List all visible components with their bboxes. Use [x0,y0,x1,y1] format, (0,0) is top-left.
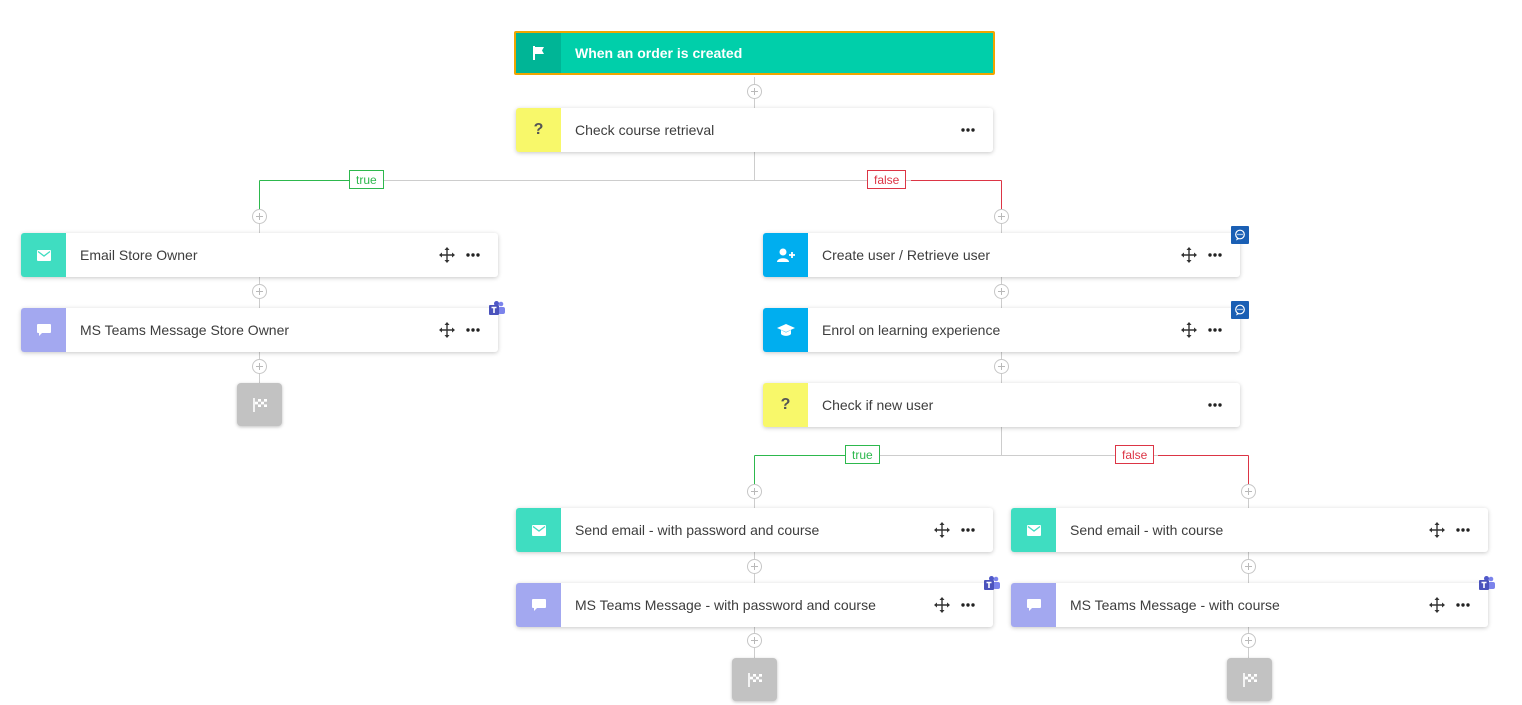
node-label: Email Store Owner [80,247,198,263]
move-icon[interactable] [934,522,950,538]
finish-flag-icon [252,397,267,412]
action-node-create-user[interactable]: Create user / Retrieve user [763,233,1240,277]
end-node [732,658,777,701]
node-label: Send email - with password and course [575,522,820,538]
move-icon[interactable] [1181,322,1197,338]
more-options-icon[interactable] [1208,253,1222,257]
action-node-send-email-password[interactable]: Send email - with password and course [516,508,993,552]
move-icon[interactable] [1181,247,1197,263]
more-options-icon[interactable] [466,253,480,257]
node-label: Check if new user [822,397,934,413]
move-icon[interactable] [1429,597,1445,613]
add-step-button[interactable] [1241,484,1256,499]
action-node-enrol[interactable]: Enrol on learning experience [763,308,1240,352]
add-step-button[interactable] [252,284,267,299]
graduation-cap-icon [763,308,808,352]
add-step-button[interactable] [747,84,762,99]
add-step-button[interactable] [747,559,762,574]
add-step-button[interactable] [994,359,1009,374]
node-label: Send email - with course [1070,522,1224,538]
add-step-button[interactable] [994,284,1009,299]
more-options-icon[interactable] [1208,328,1222,332]
more-options-icon[interactable] [1208,403,1222,407]
envelope-icon [1011,508,1056,552]
add-step-button[interactable] [994,209,1009,224]
move-icon[interactable] [439,322,455,338]
more-options-icon[interactable] [466,328,480,332]
node-label: MS Teams Message - with password and cou… [575,597,876,613]
branch-label-false: false [1115,445,1155,464]
ms-teams-icon [1478,575,1496,593]
more-options-icon[interactable] [961,528,975,532]
chat-bubble-badge-icon [1231,226,1249,244]
action-node-send-email-course[interactable]: Send email - with course [1011,508,1488,552]
more-options-icon[interactable] [961,128,975,132]
finish-flag-icon [747,672,762,687]
move-icon[interactable] [1429,522,1445,538]
user-plus-icon [763,233,808,277]
trigger-node[interactable]: When an order is created [514,31,995,75]
node-label: Create user / Retrieve user [822,247,991,263]
chat-icon [1011,583,1056,627]
branch-label-false: false [867,170,907,189]
node-label: Enrol on learning experience [822,322,1001,338]
flag-icon [516,33,561,73]
move-icon[interactable] [439,247,455,263]
condition-node-check-new-user[interactable]: ? Check if new user [763,383,1240,427]
add-step-button[interactable] [747,633,762,648]
chat-icon [21,308,66,352]
add-step-button[interactable] [1241,633,1256,648]
action-node-teams-course[interactable]: MS Teams Message - with course [1011,583,1488,627]
ms-teams-icon [488,300,506,318]
more-options-icon[interactable] [961,603,975,607]
more-options-icon[interactable] [1456,528,1470,532]
finish-flag-icon [1242,672,1257,687]
node-label: Check course retrieval [575,122,715,138]
envelope-icon [21,233,66,277]
action-node-email-store-owner[interactable]: Email Store Owner [21,233,498,277]
add-step-button[interactable] [1241,559,1256,574]
chat-icon [516,583,561,627]
move-icon[interactable] [934,597,950,613]
add-step-button[interactable] [252,359,267,374]
trigger-label: When an order is created [575,45,743,61]
chat-bubble-badge-icon [1231,301,1249,319]
action-node-teams-store-owner[interactable]: MS Teams Message Store Owner [21,308,498,352]
add-step-button[interactable] [747,484,762,499]
branch-label-true: true [845,445,880,464]
more-options-icon[interactable] [1456,603,1470,607]
node-label: MS Teams Message - with course [1070,597,1280,613]
add-step-button[interactable] [252,209,267,224]
end-node [1227,658,1272,701]
condition-node-check-course[interactable]: ? Check course retrieval [516,108,993,152]
node-label: MS Teams Message Store Owner [80,322,290,338]
envelope-icon [516,508,561,552]
end-node [237,383,282,426]
ms-teams-icon [983,575,1001,593]
question-icon: ? [763,383,808,427]
branch-label-true: true [349,170,384,189]
question-icon: ? [516,108,561,152]
action-node-teams-password[interactable]: MS Teams Message - with password and cou… [516,583,993,627]
